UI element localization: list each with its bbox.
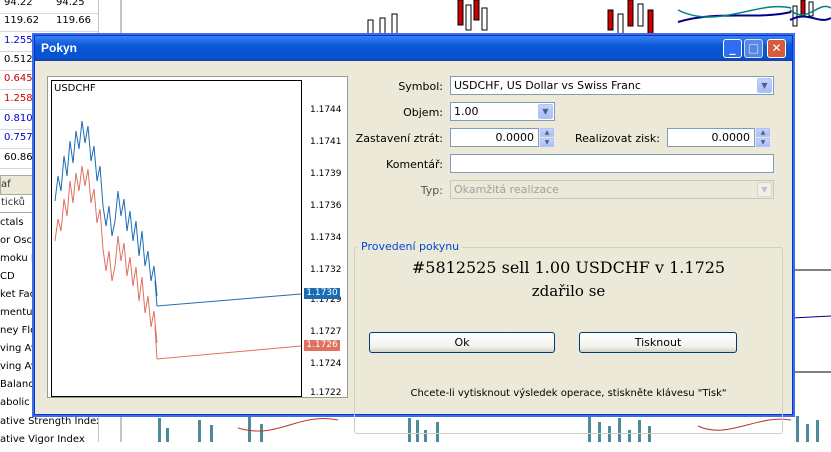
tick-chart: USDCHF 1.1744 1.1741 1.1739 1.1736 1.173… xyxy=(47,76,348,398)
ask-line xyxy=(54,120,301,307)
spin-up-icon[interactable]: ▲ xyxy=(756,128,770,137)
indicator-item[interactable]: ative Vigor Index xyxy=(0,434,98,452)
maximize-icon[interactable]: □ xyxy=(744,39,763,58)
indicator-item[interactable]: ative Strength Index xyxy=(0,416,98,434)
spin-down-icon[interactable]: ▼ xyxy=(756,138,770,147)
chevron-down-icon: ▼ xyxy=(757,182,772,197)
ok-button[interactable]: Ok xyxy=(369,332,555,353)
take-profit-label: Realizovat zisk: xyxy=(575,132,660,145)
spin-down-icon[interactable]: ▼ xyxy=(540,138,554,147)
volume-label: Objem: xyxy=(403,106,443,119)
take-profit-spinner[interactable]: ▲ ▼ xyxy=(756,128,770,147)
tick-lines xyxy=(54,120,301,360)
dialog-titlebar[interactable]: Pokyn _ □ ✕ xyxy=(35,36,792,61)
close-icon[interactable]: ✕ xyxy=(767,39,786,58)
dialog-title: Pokyn xyxy=(41,41,78,55)
price-tick: 1.1727 xyxy=(310,327,342,337)
take-profit-input[interactable]: 0.0000 xyxy=(667,128,755,147)
tick-chart-plot: USDCHF xyxy=(51,80,302,397)
ask-price-tag: 1.1730 xyxy=(304,288,340,299)
dialog-body: USDCHF 1.1744 1.1741 1.1739 1.1736 1.173… xyxy=(38,61,789,434)
minimize-icon[interactable]: _ xyxy=(723,39,742,58)
price-tick: 1.1739 xyxy=(310,169,342,179)
execution-status: zdařilo se xyxy=(531,282,606,300)
volume-value: 1.00 xyxy=(454,105,479,118)
bid-price-tag: 1.1726 xyxy=(304,340,340,351)
price-tick: 1.1732 xyxy=(310,265,342,275)
quote-bid: 60.86 xyxy=(4,152,33,163)
bid-line xyxy=(54,165,301,360)
chevron-down-icon[interactable]: ▼ xyxy=(538,104,553,119)
spin-up-icon[interactable]: ▲ xyxy=(540,128,554,137)
price-tick: 1.1736 xyxy=(310,201,342,211)
execution-group-title: Provedení pokynu xyxy=(358,240,463,253)
quote-bid: 0.757 xyxy=(4,132,33,143)
execution-result: #5812525 sell 1.00 USDCHF v 1.1725 xyxy=(411,258,726,277)
symbol-value: USDCHF, US Dollar vs Swiss Franc xyxy=(454,79,641,92)
symbol-select[interactable]: USDCHF, US Dollar vs Swiss Franc ▼ xyxy=(450,76,774,95)
price-tick: 1.1744 xyxy=(310,105,342,115)
price-tick: 1.1724 xyxy=(310,359,342,369)
quote-row[interactable]: 119.62 119.66 xyxy=(0,12,98,32)
type-select[interactable]: Okamžitá realizace ▼ xyxy=(450,180,774,199)
print-hint: Chcete-li vytisknout výsledek operace, s… xyxy=(410,388,727,399)
stop-loss-label: Zastavení ztrát: xyxy=(355,132,443,145)
symbol-label: Symbol: xyxy=(398,80,443,93)
type-value: Okamžitá realizace xyxy=(454,183,559,196)
volume-select[interactable]: 1.00 ▼ xyxy=(450,102,555,121)
price-tick: 1.1734 xyxy=(310,233,342,243)
order-dialog: Pokyn _ □ ✕ USDCHF 1.1744 1.1741 1.1739 … xyxy=(34,35,793,434)
price-tick: 1.1741 xyxy=(310,137,342,147)
quote-bid: 119.62 xyxy=(4,15,39,26)
stop-loss-value: 0.0000 xyxy=(495,131,535,144)
quote-ask: 94.25 xyxy=(56,0,85,8)
type-label: Typ: xyxy=(420,184,443,197)
comment-label: Komentář: xyxy=(386,158,443,171)
comment-input[interactable] xyxy=(450,154,774,173)
tick-chart-tab[interactable]: af ticků xyxy=(0,175,36,208)
stop-loss-input[interactable]: 0.0000 xyxy=(450,128,539,147)
print-button[interactable]: Tisknout xyxy=(579,332,737,353)
quote-bid: 94.22 xyxy=(4,0,33,8)
take-profit-value: 0.0000 xyxy=(711,131,751,144)
chevron-down-icon[interactable]: ▼ xyxy=(757,78,772,93)
price-tick: 1.1722 xyxy=(310,388,342,398)
quote-ask: 119.66 xyxy=(56,15,91,26)
stop-loss-spinner[interactable]: ▲ ▼ xyxy=(540,128,554,147)
